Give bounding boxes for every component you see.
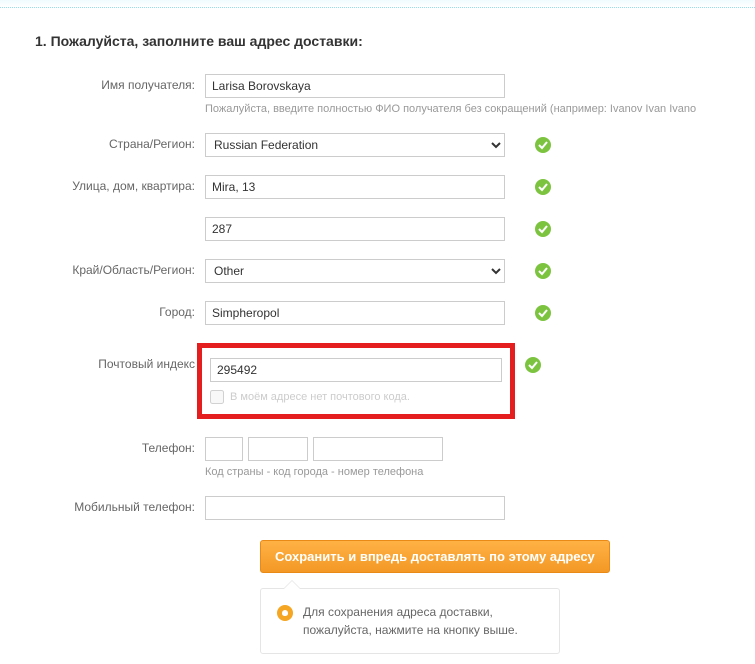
phone-city-input[interactable]	[248, 437, 308, 461]
section-heading: 1. Пожалуйста, заполните ваш адрес доста…	[0, 23, 755, 74]
street-input[interactable]	[205, 175, 505, 199]
check-icon	[535, 305, 551, 321]
check-icon	[535, 179, 551, 195]
label-mobile: Мобильный телефон:	[45, 496, 205, 514]
row-city: Город:	[45, 301, 755, 325]
phone-country-input[interactable]	[205, 437, 243, 461]
check-icon	[535, 137, 551, 153]
region-select[interactable]: Other	[205, 259, 505, 283]
label-street2	[45, 217, 205, 221]
city-input[interactable]	[205, 301, 505, 325]
row-street: Улица, дом, квартира:	[45, 175, 755, 199]
check-icon	[525, 357, 541, 373]
label-phone: Телефон:	[45, 437, 205, 455]
phone-number-input[interactable]	[313, 437, 443, 461]
mobile-phone-input[interactable]	[205, 496, 505, 520]
callout-line2: пожалуйста, нажмите на кнопку выше.	[303, 623, 518, 637]
label-region: Край/Область/Регион:	[45, 259, 205, 277]
label-street: Улица, дом, квартира:	[45, 175, 205, 193]
address-form: Имя получателя: Пожалуйста, введите полн…	[0, 74, 755, 654]
check-icon	[535, 263, 551, 279]
label-country: Страна/Регион:	[45, 133, 205, 151]
row-postal: Почтовый индекс В моём адресе нет почтов…	[45, 343, 755, 419]
row-recipient: Имя получателя: Пожалуйста, введите полн…	[45, 74, 755, 115]
save-hint-callout: Для сохранения адреса доставки, пожалуйс…	[260, 588, 560, 654]
label-recipient: Имя получателя:	[45, 74, 205, 92]
no-postal-label: В моём адресе нет почтового кода.	[230, 391, 410, 403]
check-icon	[535, 221, 551, 237]
row-street2	[45, 217, 755, 241]
recipient-hint: Пожалуйста, введите полностью ФИО получа…	[205, 103, 525, 115]
postal-input[interactable]	[210, 358, 502, 382]
top-divider	[0, 0, 755, 8]
callout-text: Для сохранения адреса доставки, пожалуйс…	[303, 603, 518, 639]
callout-line1: Для сохранения адреса доставки,	[303, 605, 493, 619]
street2-input[interactable]	[205, 217, 505, 241]
recipient-input[interactable]	[205, 74, 505, 98]
row-region: Край/Область/Регион: Other	[45, 259, 755, 283]
save-address-button[interactable]: Сохранить и впредь доставлять по этому а…	[260, 540, 610, 573]
submit-section: Сохранить и впредь доставлять по этому а…	[260, 540, 755, 654]
label-city: Город:	[45, 301, 205, 319]
postal-highlight: В моём адресе нет почтового кода.	[197, 343, 515, 419]
no-postal-checkbox[interactable]	[210, 390, 224, 404]
row-phone: Телефон: Код страны - код города - номер…	[45, 437, 755, 478]
row-country: Страна/Регион: Russian Federation	[45, 133, 755, 157]
phone-hint: Код страны - код города - номер телефона	[205, 466, 525, 478]
bulb-icon	[277, 605, 293, 621]
country-select[interactable]: Russian Federation	[205, 133, 505, 157]
label-postal: Почтовый индекс	[45, 343, 205, 371]
row-mobile: Мобильный телефон:	[45, 496, 755, 520]
